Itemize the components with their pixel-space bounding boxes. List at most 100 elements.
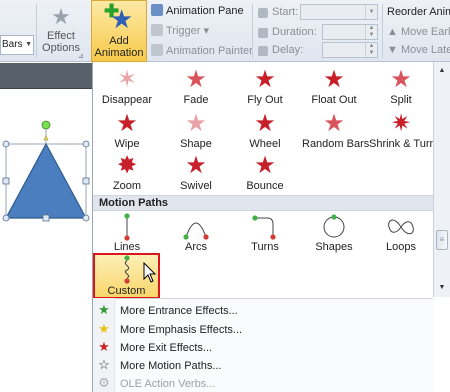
rotation-handle[interactable] <box>41 120 51 130</box>
motion-paths-header: Motion Paths <box>93 195 433 211</box>
menu-more-exit-effects[interactable]: ★ More Exit Effects... <box>96 338 426 356</box>
start-dropdown[interactable]: ▼ <box>300 4 378 20</box>
motion-path-arcs[interactable]: Arcs <box>164 213 228 254</box>
zoom-star-icon: ✸ <box>116 152 138 179</box>
fade-star-icon: ★ <box>185 66 207 93</box>
effect-zoom[interactable]: ✸ Zoom <box>95 152 159 193</box>
bounce-star-icon: ★ <box>254 152 276 179</box>
duration-label: Duration: <box>272 26 317 38</box>
effect-disappear[interactable]: ✶ Disappear <box>95 66 159 107</box>
gear-icon: ⚙ <box>98 375 110 390</box>
animation-pane-button[interactable]: Animation Pane <box>151 4 244 17</box>
effect-shrink-turn[interactable]: ✷ Shrink & Turn <box>369 110 436 151</box>
arcs-path-icon <box>176 213 216 241</box>
menu-ole-action-verbs[interactable]: ⚙ OLE Action Verbs... <box>96 374 426 392</box>
effect-label: Split <box>390 94 412 106</box>
disappear-star-icon: ✶ <box>116 66 138 93</box>
triangle-shape[interactable] <box>0 104 92 254</box>
chevron-down-icon: ▼ <box>25 41 32 48</box>
random-bars-star-icon: ★ <box>323 110 345 137</box>
effect-wipe[interactable]: ★ Wipe <box>95 110 159 151</box>
scrollbar-thumb[interactable]: ≡ <box>436 230 448 250</box>
menu-more-entrance-effects[interactable]: ★ More Entrance Effects... <box>96 301 426 319</box>
float-out-star-icon: ★ <box>323 66 345 93</box>
effect-bounce[interactable]: ★ Bounce <box>233 152 297 193</box>
swivel-star-icon: ★ <box>185 152 207 179</box>
wipe-star-icon: ★ <box>116 110 138 137</box>
effect-label: Fly Out <box>247 94 283 106</box>
menu-more-emphasis-effects[interactable]: ★ More Emphasis Effects... <box>96 320 426 338</box>
duration-spinner[interactable]: ▲ ▼ <box>322 24 378 40</box>
effect-label: Wipe <box>114 138 140 150</box>
animation-painter-button[interactable]: Animation Painter <box>151 44 253 57</box>
gallery-scrollbar[interactable]: ▲ ≡ ▼ <box>433 62 450 297</box>
ribbon-separator <box>252 4 253 58</box>
resize-handle[interactable] <box>42 214 50 222</box>
move-later-button[interactable]: ▼ Move Later <box>387 44 450 56</box>
resize-handle[interactable] <box>2 214 10 222</box>
motion-path-shapes[interactable]: Shapes <box>302 213 366 254</box>
spinner-arrows-icon: ▲ ▼ <box>365 25 377 39</box>
motion-path-lines[interactable]: Lines <box>95 213 159 254</box>
green-star-icon: ★ <box>98 302 110 317</box>
effect-shape[interactable]: ★ Shape <box>164 110 228 151</box>
menu-more-motion-paths[interactable]: ☆ More Motion Paths... <box>96 356 426 374</box>
effect-fade[interactable]: ★ Fade <box>164 66 228 107</box>
effect-float-out[interactable]: ★ Float Out <box>302 66 366 107</box>
resize-handle[interactable] <box>2 140 10 148</box>
resize-handle[interactable] <box>82 214 90 222</box>
bars-dropdown[interactable]: Bars ▼ <box>0 35 34 55</box>
motion-path-label: Shapes <box>315 241 353 253</box>
add-animation-button[interactable]: ✚ ★ Add Animation ▾ <box>91 0 147 71</box>
add-animation-icon: ✚ ★ <box>92 1 146 35</box>
delay-spinner[interactable]: ▲ ▼ <box>322 42 378 58</box>
motion-path-label: Loops <box>386 241 416 253</box>
dialog-launcher-icon[interactable]: ⊿ <box>78 52 84 60</box>
effect-label: Swivel <box>180 180 212 192</box>
start-icon <box>258 8 268 18</box>
motion-path-loops[interactable]: Loops <box>369 213 433 254</box>
resize-handle[interactable] <box>82 177 90 185</box>
slide-thumbnail-strip <box>0 63 92 89</box>
motion-path-turns[interactable]: Turns <box>233 213 297 254</box>
effect-label: Fade <box>183 94 209 106</box>
effect-label: Shrink & Turn <box>369 138 436 150</box>
effect-label: Random Bars <box>302 138 370 150</box>
adjust-handle[interactable] <box>43 135 49 141</box>
chevron-down-icon: ▼ <box>365 5 377 19</box>
loops-path-icon <box>381 213 421 241</box>
effect-options-button[interactable]: ★ Effect Options <box>38 4 84 54</box>
trigger-button[interactable]: Trigger ▾ <box>151 24 209 37</box>
motion-path-label: Arcs <box>185 241 207 253</box>
motion-path-label: Turns <box>251 241 279 253</box>
trigger-icon <box>151 24 163 36</box>
animation-pane-icon <box>151 4 163 16</box>
shapes-path-icon <box>314 213 354 241</box>
add-animation-label-1: Add <box>109 35 129 47</box>
turns-path-icon <box>245 213 285 241</box>
effect-random-bars[interactable]: ★ Random Bars <box>302 110 370 151</box>
effect-label: Zoom <box>112 180 142 192</box>
red-star-icon: ★ <box>98 339 110 354</box>
spinner-arrows-icon: ▲ ▼ <box>365 43 377 57</box>
split-star-icon: ★ <box>390 66 412 93</box>
start-label: Start: <box>272 6 299 18</box>
resize-handle[interactable] <box>82 140 90 148</box>
move-earlier-button[interactable]: ▲ Move Earlie <box>387 26 450 38</box>
effect-label: Bounce <box>246 180 284 192</box>
effect-label: Float Out <box>311 94 357 106</box>
effect-fly-out[interactable]: ★ Fly Out <box>233 66 297 107</box>
effect-split[interactable]: ★ Split <box>369 66 433 107</box>
slide-canvas[interactable] <box>0 90 92 392</box>
effect-swivel[interactable]: ★ Swivel <box>164 152 228 193</box>
scroll-up-icon[interactable]: ▲ <box>434 64 450 78</box>
effect-wheel[interactable]: ★ Wheel <box>233 110 297 151</box>
wheel-star-icon: ★ <box>254 110 276 137</box>
shape-star-icon: ★ <box>185 110 207 137</box>
animation-painter-icon <box>151 44 163 56</box>
effect-options-star-icon: ★ <box>51 4 71 29</box>
fly-out-star-icon: ★ <box>254 66 276 93</box>
resize-handle[interactable] <box>2 177 10 185</box>
scroll-down-icon[interactable]: ▼ <box>434 281 450 295</box>
yellow-star-icon: ★ <box>98 321 110 336</box>
